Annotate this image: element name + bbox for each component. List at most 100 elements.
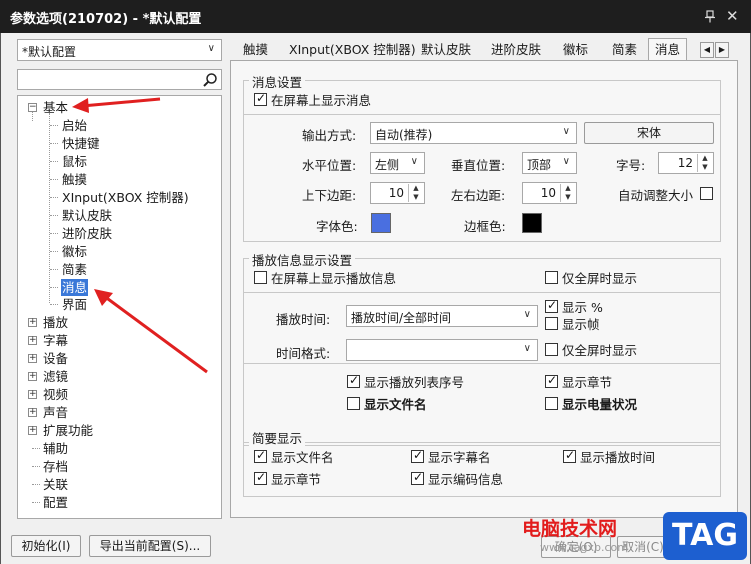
tree-item-touch[interactable]: 触摸	[62, 171, 87, 188]
tree-item-subtitles[interactable]: 字幕	[43, 332, 68, 349]
font-color-label: 字体色:	[316, 219, 358, 234]
tree-item-assist[interactable]: 辅助	[43, 440, 68, 457]
expand-icon[interactable]: +	[28, 390, 37, 399]
tree-line	[50, 161, 58, 162]
playtime-select[interactable]: 播放时间/全部时间 ∨	[346, 305, 538, 327]
search-icon[interactable]	[202, 72, 218, 88]
tree-item-devices[interactable]: 设备	[43, 350, 68, 367]
tree-item-interface[interactable]: 界面	[62, 296, 87, 313]
font-color-swatch[interactable]	[371, 213, 391, 233]
show-battery-checkbox[interactable]	[545, 397, 558, 410]
output-select[interactable]: 自动(推荐) ∨	[370, 122, 577, 144]
tree-item-default-skin[interactable]: 默认皮肤	[62, 207, 112, 224]
tree-line	[50, 251, 58, 252]
hpos-select[interactable]: 左侧 ∨	[370, 152, 425, 174]
show-playlist-no-label: 显示播放列表序号	[364, 375, 465, 390]
close-icon[interactable]: ✕	[726, 7, 739, 25]
font-size-stepper[interactable]: 12 ▲ ▼	[658, 152, 714, 174]
show-frame-checkbox[interactable]	[545, 317, 558, 330]
expand-icon[interactable]: +	[28, 318, 37, 327]
tab-scroll-left-icon[interactable]: ◀	[700, 42, 714, 58]
tree-item-startup[interactable]: 启始	[62, 117, 87, 134]
tree-line	[50, 179, 58, 180]
collapse-icon[interactable]: −	[28, 103, 37, 112]
tree-item-basic[interactable]: 基本	[43, 99, 68, 116]
tree-item-advanced-skin[interactable]: 进阶皮肤	[62, 225, 112, 242]
show-percent-checkbox[interactable]	[545, 298, 558, 313]
fullscreen-only-checkbox-1[interactable]	[545, 271, 558, 284]
show-message-checkbox[interactable]	[254, 91, 267, 106]
tab-advanced-skin[interactable]: 进阶皮肤	[491, 40, 541, 60]
tree-line	[32, 448, 40, 449]
search-input[interactable]	[17, 69, 222, 90]
tab-scroll-right-icon[interactable]: ▶	[715, 42, 729, 58]
expand-icon[interactable]: +	[28, 354, 37, 363]
tree-item-playback[interactable]: 播放	[43, 314, 68, 331]
timefmt-select[interactable]: ∨	[346, 339, 538, 361]
tab-logo[interactable]: 徽标	[563, 40, 588, 60]
stepper-arrows-icon[interactable]: ▲ ▼	[560, 184, 575, 202]
group-brief-title: 简要显示	[249, 428, 306, 447]
expand-icon[interactable]: +	[28, 426, 37, 435]
tree-item-archive[interactable]: 存档	[43, 458, 68, 475]
profile-select[interactable]: *默认配置 ∨	[17, 39, 222, 61]
tree-item-config[interactable]: 配置	[43, 494, 68, 511]
expand-icon[interactable]: +	[28, 408, 37, 417]
tree-item-mouse[interactable]: 鼠标	[62, 153, 87, 170]
stepper-arrows-icon[interactable]: ▲ ▼	[697, 154, 712, 172]
autosize-checkbox[interactable]	[700, 187, 713, 200]
brief-filename-checkbox[interactable]	[254, 448, 267, 463]
show-playlist-no-checkbox[interactable]	[347, 373, 360, 388]
tree-item-logo[interactable]: 徽标	[62, 243, 87, 260]
vmargin-stepper[interactable]: 10 ▲ ▼	[370, 182, 425, 204]
brief-codec-checkbox[interactable]	[411, 470, 424, 485]
tree-item-video[interactable]: 视频	[43, 386, 68, 403]
divider	[243, 114, 721, 115]
tab-messages[interactable]: 消息	[648, 38, 688, 61]
hmargin-stepper[interactable]: 10 ▲ ▼	[522, 182, 577, 204]
brief-playtime-checkbox[interactable]	[563, 448, 576, 463]
pin-icon[interactable]	[704, 10, 716, 23]
show-playinfo-checkbox[interactable]	[254, 271, 267, 284]
tree-item-association[interactable]: 关联	[43, 476, 68, 493]
border-color-swatch[interactable]	[522, 213, 542, 233]
tree-item-filters[interactable]: 滤镜	[43, 368, 68, 385]
tree-item-simple[interactable]: 简素	[62, 261, 87, 278]
brief-subname-checkbox[interactable]	[411, 448, 424, 463]
tree-line	[50, 304, 58, 305]
group-message-settings-title: 消息设置	[249, 72, 306, 91]
fullscreen-only-checkbox-2[interactable]	[545, 343, 558, 356]
settings-tree[interactable]: − 基本 启始 快捷键 鼠标 触摸 XInput(XBOX 控制器) 默认皮肤 …	[17, 95, 222, 519]
watermark-url: www.tagxp.com	[540, 541, 628, 554]
tab-default-skin[interactable]: 默认皮肤	[421, 40, 471, 60]
tab-simple[interactable]: 简素	[612, 40, 637, 60]
brief-chapter-checkbox[interactable]	[254, 470, 267, 485]
chevron-down-icon: ∨	[523, 309, 531, 320]
hpos-select-value: 左侧	[375, 158, 400, 172]
tree-item-extensions[interactable]: 扩展功能	[43, 422, 93, 439]
tab-xinput[interactable]: XInput(XBOX 控制器)	[289, 40, 416, 60]
tree-item-audio[interactable]: 声音	[43, 404, 68, 421]
playtime-label: 播放时间:	[276, 312, 331, 327]
show-filename-checkbox[interactable]	[347, 397, 360, 410]
tab-touch[interactable]: 触摸	[243, 40, 268, 60]
group-playinfo-title: 播放信息显示设置	[249, 250, 356, 269]
window-title: 参数选项(210702) - *默认配置	[10, 12, 202, 27]
tree-item-messages[interactable]: 消息	[61, 279, 89, 296]
font-button[interactable]: 宋体	[584, 122, 714, 144]
expand-icon[interactable]: +	[28, 336, 37, 345]
size-label: 字号:	[616, 158, 646, 173]
show-chapter-checkbox[interactable]	[545, 373, 558, 388]
vpos-select[interactable]: 顶部 ∨	[522, 152, 577, 174]
export-config-button[interactable]: 导出当前配置(S)...	[89, 535, 211, 557]
tree-line	[50, 287, 58, 288]
brief-chapter-label: 显示章节	[271, 472, 322, 487]
timefmt-label: 时间格式:	[276, 346, 331, 361]
tree-item-hotkeys[interactable]: 快捷键	[62, 135, 100, 152]
playtime-select-value: 播放时间/全部时间	[351, 311, 452, 325]
stepper-arrows-icon[interactable]: ▲ ▼	[408, 184, 423, 202]
init-button[interactable]: 初始化(I)	[11, 535, 81, 557]
show-filename-label: 显示文件名	[364, 397, 427, 412]
expand-icon[interactable]: +	[28, 372, 37, 381]
tree-item-xinput[interactable]: XInput(XBOX 控制器)	[62, 189, 189, 206]
